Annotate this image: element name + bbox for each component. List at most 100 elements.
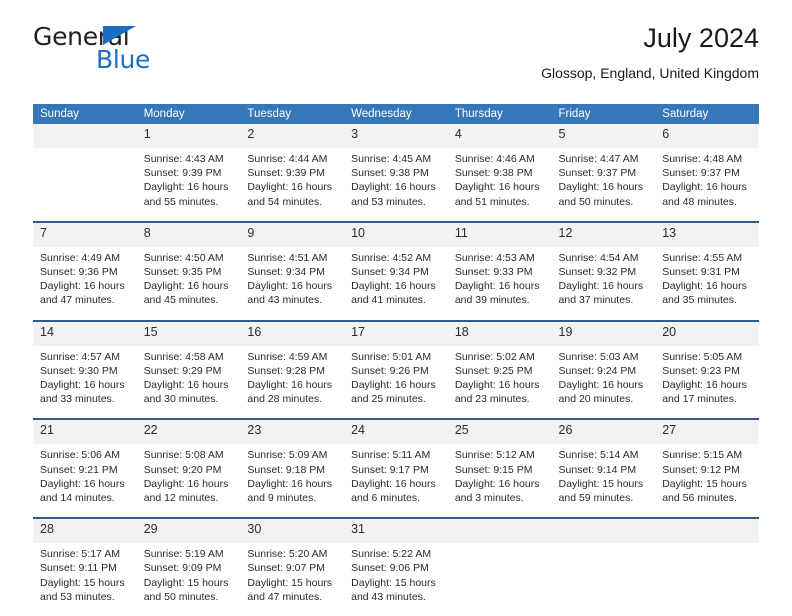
sunset-line: Sunset: 9:38 PM [351, 167, 429, 180]
day-cell[interactable]: Sunrise: 4:53 AM Sunset: 9:33 PM Daylight:… [447, 246, 552, 321]
day-cell[interactable]: Sunrise: 5:05 AM Sunset: 9:23 PM Daylight:… [655, 345, 759, 420]
week-detail-row: Sunrise: 4:49 AM Sunset: 9:36 PM Daylight:… [33, 246, 759, 321]
day-cell[interactable]: Sunrise: 4:57 AM Sunset: 9:30 PM Daylight:… [33, 345, 137, 420]
day-number[interactable]: 23 [240, 418, 345, 445]
day-number[interactable]: 14 [33, 319, 137, 346]
day-number[interactable]: 11 [447, 220, 552, 247]
daylight-line-1: Daylight: 16 hours [454, 181, 540, 194]
day-number[interactable]: 25 [447, 418, 552, 445]
day-number[interactable]: 31 [344, 517, 448, 544]
day-cell[interactable]: Sunrise: 5:14 AM Sunset: 9:14 PM Daylight:… [551, 444, 656, 519]
daylight-line-2: and 56 minutes. [662, 492, 737, 505]
sunrise-line: Sunrise: 5:22 AM [351, 548, 432, 561]
day-number[interactable]: 29 [136, 517, 241, 544]
day-cell[interactable]: Sunrise: 5:15 AM Sunset: 9:12 PM Daylight:… [655, 444, 759, 519]
calendar-table: Sunday Monday Tuesday Wednesday Thursday… [33, 104, 759, 616]
daylight-line-1: Daylight: 16 hours [40, 379, 125, 392]
day-cell[interactable]: Sunrise: 5:09 AM Sunset: 9:18 PM Daylight:… [240, 444, 345, 519]
day-number[interactable]: 1 [136, 124, 241, 148]
day-cell[interactable]: Sunrise: 5:01 AM Sunset: 9:26 PM Daylight:… [344, 345, 448, 420]
daylight-line-1: Daylight: 16 hours [143, 477, 229, 490]
day-cell[interactable]: Sunrise: 5:20 AM Sunset: 9:07 PM Daylight:… [240, 543, 345, 616]
day-cell[interactable]: Sunrise: 5:03 AM Sunset: 9:24 PM Daylight:… [551, 345, 656, 420]
sunset-line: Sunset: 9:24 PM [558, 364, 637, 377]
sunrise-line: Sunrise: 5:06 AM [40, 449, 120, 462]
day-number[interactable]: 12 [551, 220, 656, 247]
weekday-header-tuesday: Tuesday [240, 104, 345, 124]
day-number[interactable]: 30 [240, 517, 345, 544]
daylight-line-2: and 45 minutes. [143, 294, 219, 307]
day-number[interactable]: 18 [447, 319, 552, 346]
daylight-line-2: and 48 minutes. [662, 195, 737, 208]
sunset-line: Sunset: 9:30 PM [40, 364, 118, 377]
day-number[interactable]: 5 [551, 124, 656, 148]
daylight-line-2: and 53 minutes. [40, 590, 115, 603]
daylight-line-2: and 53 minutes. [351, 195, 426, 208]
day-cell[interactable]: Sunrise: 4:46 AM Sunset: 9:38 PM Daylight:… [447, 148, 552, 222]
day-number[interactable]: 22 [136, 418, 241, 445]
day-number[interactable]: 26 [551, 418, 656, 445]
day-cell[interactable]: Sunrise: 4:52 AM Sunset: 9:34 PM Daylight:… [344, 246, 448, 321]
day-number[interactable]: 28 [33, 517, 137, 544]
day-number[interactable]: 15 [136, 319, 241, 346]
week-detail-row: Sunrise: 5:17 AM Sunset: 9:11 PM Daylight:… [33, 543, 759, 616]
sunset-line: Sunset: 9:06 PM [351, 562, 429, 575]
daylight-line-1: Daylight: 15 hours [662, 477, 747, 490]
day-number[interactable]: 27 [655, 418, 759, 445]
day-number[interactable]: 24 [344, 418, 448, 445]
day-cell[interactable]: Sunrise: 4:55 AM Sunset: 9:31 PM Daylight:… [655, 246, 759, 321]
day-cell[interactable]: Sunrise: 5:02 AM Sunset: 9:25 PM Daylight:… [447, 345, 552, 420]
day-cell[interactable]: Sunrise: 5:17 AM Sunset: 9:11 PM Daylight:… [33, 543, 137, 616]
sunset-line: Sunset: 9:36 PM [40, 266, 118, 279]
day-number[interactable]: 9 [240, 220, 345, 247]
sunrise-line: Sunrise: 5:03 AM [558, 350, 639, 363]
day-cell[interactable]: Sunrise: 4:49 AM Sunset: 9:36 PM Daylight:… [33, 246, 137, 321]
day-cell[interactable]: Sunrise: 5:12 AM Sunset: 9:15 PM Daylight:… [447, 444, 552, 519]
daylight-line-1: Daylight: 16 hours [558, 280, 644, 293]
day-number[interactable]: 10 [344, 220, 448, 247]
day-number[interactable]: 3 [344, 124, 448, 148]
general-blue-logo[interactable]: General Blue [33, 24, 233, 74]
day-cell[interactable]: Sunrise: 4:43 AM Sunset: 9:39 PM Daylight:… [136, 148, 241, 222]
day-cell[interactable]: Sunrise: 5:19 AM Sunset: 9:09 PM Daylight:… [136, 543, 241, 616]
day-number[interactable]: 8 [136, 220, 241, 247]
day-number[interactable]: 13 [655, 220, 759, 247]
week-daynumber-row: 123456 [33, 124, 759, 148]
day-cell-empty [655, 543, 759, 616]
daylight-line-1: Daylight: 16 hours [454, 477, 540, 490]
daylight-line-2: and 50 minutes. [558, 195, 634, 208]
sunset-line: Sunset: 9:31 PM [662, 266, 740, 279]
day-cell[interactable]: Sunrise: 5:06 AM Sunset: 9:21 PM Daylight:… [33, 444, 137, 519]
day-cell[interactable]: Sunrise: 4:48 AM Sunset: 9:37 PM Daylight:… [655, 148, 759, 222]
daylight-line-1: Daylight: 16 hours [454, 280, 540, 293]
daylight-line-1: Daylight: 16 hours [247, 379, 333, 392]
day-cell[interactable]: Sunrise: 4:51 AM Sunset: 9:34 PM Daylight:… [240, 246, 345, 321]
daylight-line-1: Daylight: 16 hours [143, 181, 229, 194]
day-cell[interactable]: Sunrise: 5:22 AM Sunset: 9:06 PM Daylight:… [344, 543, 448, 616]
day-cell[interactable]: Sunrise: 4:58 AM Sunset: 9:29 PM Daylight:… [136, 345, 241, 420]
sunrise-line: Sunrise: 4:47 AM [558, 153, 639, 165]
daylight-line-1: Daylight: 15 hours [351, 576, 436, 589]
day-number[interactable]: 16 [240, 319, 345, 346]
day-number[interactable]: 7 [33, 220, 137, 247]
day-cell[interactable]: Sunrise: 4:50 AM Sunset: 9:35 PM Daylight:… [136, 246, 241, 321]
day-cell[interactable]: Sunrise: 4:59 AM Sunset: 9:28 PM Daylight:… [240, 345, 345, 420]
day-number[interactable]: 19 [551, 319, 656, 346]
day-cell[interactable]: Sunrise: 4:45 AM Sunset: 9:38 PM Daylight:… [344, 148, 448, 222]
daylight-line-2: and 41 minutes. [351, 294, 426, 307]
day-number[interactable]: 2 [240, 124, 345, 148]
day-cell[interactable]: Sunrise: 5:08 AM Sunset: 9:20 PM Daylight:… [136, 444, 241, 519]
day-number[interactable]: 17 [344, 319, 448, 346]
sunrise-line: Sunrise: 5:01 AM [351, 350, 432, 363]
daylight-line-1: Daylight: 16 hours [247, 477, 333, 490]
day-number[interactable]: 21 [33, 418, 137, 445]
daylight-line-2: and 50 minutes. [143, 590, 219, 603]
weekday-header-sunday: Sunday [33, 104, 137, 124]
day-number[interactable]: 4 [447, 124, 552, 148]
day-number[interactable]: 20 [655, 319, 759, 346]
day-cell[interactable]: Sunrise: 4:44 AM Sunset: 9:39 PM Daylight:… [240, 148, 345, 222]
day-cell[interactable]: Sunrise: 4:54 AM Sunset: 9:32 PM Daylight:… [551, 246, 656, 321]
day-cell[interactable]: Sunrise: 4:47 AM Sunset: 9:37 PM Daylight:… [551, 148, 656, 222]
day-number[interactable]: 6 [655, 124, 759, 148]
day-cell[interactable]: Sunrise: 5:11 AM Sunset: 9:17 PM Daylight:… [344, 444, 448, 519]
